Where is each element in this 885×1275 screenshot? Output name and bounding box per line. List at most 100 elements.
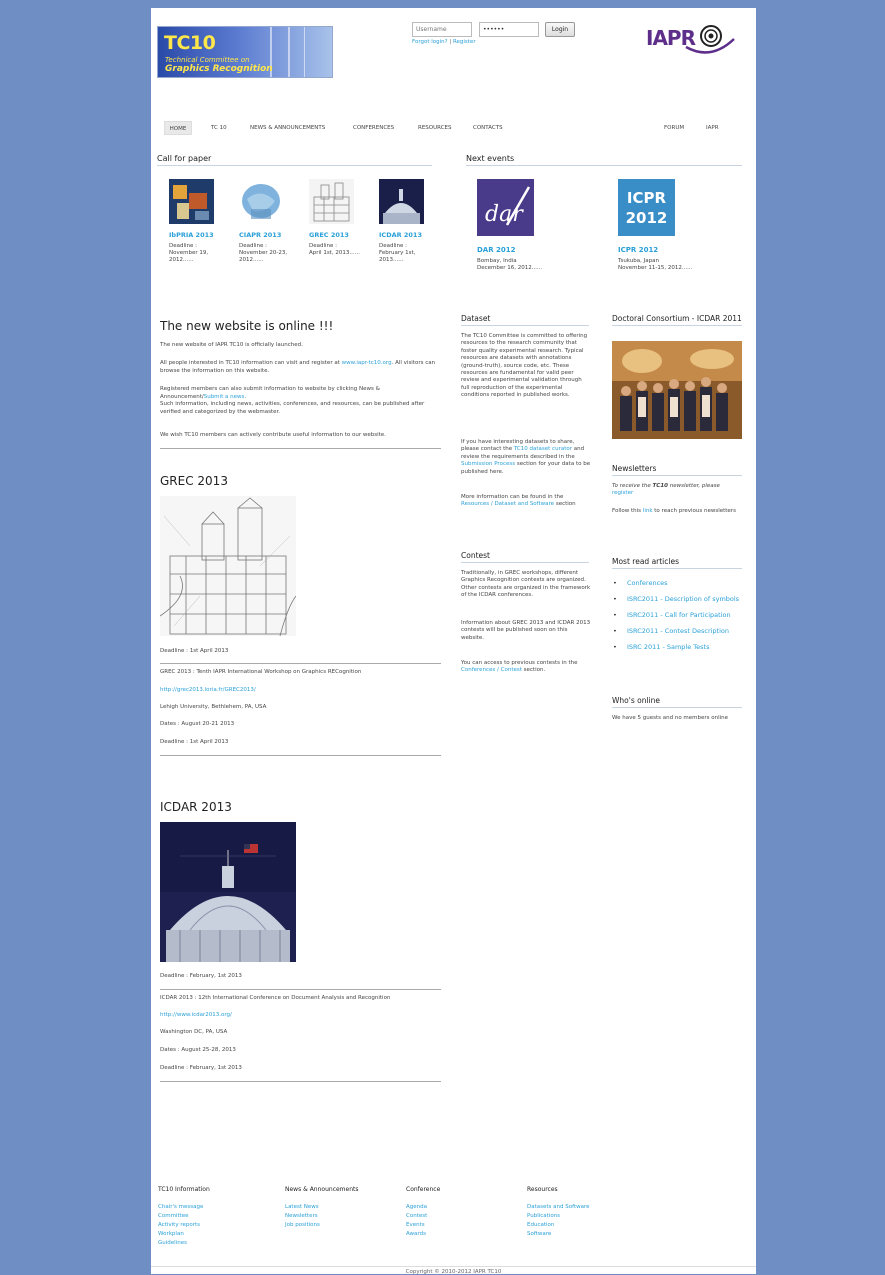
ciapr-thumbnail	[239, 179, 284, 224]
conf-title[interactable]: GREC 2013	[309, 231, 364, 239]
doctoral-consortium-photo[interactable]	[612, 341, 742, 439]
footer-link[interactable]: Activity reports	[158, 1221, 268, 1230]
footer-link[interactable]: Contest	[406, 1212, 516, 1221]
tc10-logo[interactable]: TC10 Technical Committee on Graphics Rec…	[157, 26, 333, 78]
conf-title[interactable]: IbPRIA 2013	[169, 231, 224, 239]
news-title: The new website is online !!!	[160, 319, 334, 333]
most-read-item[interactable]: ISRC 2011 - Sample Tests	[613, 643, 743, 651]
divider	[160, 448, 441, 449]
grec-url-link[interactable]: http://grec2013.loria.fr/GREC2013/	[160, 687, 256, 695]
iapr-emblem-icon	[685, 25, 735, 54]
divider	[160, 1081, 441, 1082]
footer-link[interactable]: Publications	[527, 1212, 637, 1221]
most-read-item[interactable]: ISRC2011 - Contest Description	[613, 627, 743, 635]
conf-card-ibpria[interactable]: IbPRIA 2013 Deadline : November 19, 2012…	[169, 179, 224, 264]
event-card-icpr[interactable]: ICPR 2012 ICPR 2012 Tsukuba, Japan Novem…	[618, 179, 718, 272]
nav-conferences[interactable]: CONFERENCES	[349, 121, 398, 135]
grec-thumbnail	[309, 179, 354, 224]
event-location: Bombay, India December 16, 2012......	[477, 258, 543, 271]
dataset-heading: Dataset	[461, 314, 589, 326]
footer-link[interactable]: Agenda	[406, 1203, 516, 1212]
event-card-dar[interactable]: dar DAR 2012 Bombay, India December 16, …	[477, 179, 577, 272]
conf-title[interactable]: CIAPR 2013	[239, 231, 294, 239]
grec-dates: Dates : August 20-21 2013	[160, 721, 235, 727]
conf-title[interactable]: ICDAR 2013	[379, 231, 434, 239]
nav-tc10[interactable]: TC 10	[207, 121, 231, 135]
footer-link[interactable]: Latest News	[285, 1203, 395, 1212]
newsletters-paragraph-1: To receive the TC10 newsletter, please r…	[612, 483, 720, 497]
footer-link[interactable]: Awards	[406, 1230, 516, 1239]
icdar-deadline-2: Deadline : February, 1st 2013	[160, 1065, 242, 1071]
contest-paragraph-1: Traditionally, in GREC workshops, differ…	[461, 570, 591, 599]
username-input[interactable]	[412, 22, 472, 37]
icpr-logo-thumbnail: ICPR 2012	[618, 179, 675, 236]
login-button[interactable]: Login	[545, 22, 575, 37]
conf-card-icdar[interactable]: ICDAR 2013 Deadline : February 1st, 2013…	[379, 179, 434, 264]
most-read-item[interactable]: Conferences	[613, 579, 743, 587]
doctoral-consortium-heading: Doctoral Consortium - ICDAR 2011	[612, 314, 742, 326]
divider	[160, 663, 441, 664]
register-link[interactable]: Register	[453, 39, 476, 45]
newsletter-register-link[interactable]: register	[612, 490, 633, 496]
previous-newsletters-link[interactable]: link	[643, 508, 653, 514]
nav-home[interactable]: HOME	[164, 121, 192, 135]
conf-deadline: Deadline : April 1st, 2013......	[309, 243, 360, 256]
password-input[interactable]	[479, 22, 539, 37]
most-read-item[interactable]: ISRC2011 - Description of symbols	[613, 595, 743, 603]
footer-link[interactable]: Guidelines	[158, 1239, 268, 1248]
footer-heading: Conference	[406, 1186, 441, 1193]
footer-link[interactable]: Datasets and Software	[527, 1203, 637, 1212]
footer-link[interactable]: Events	[406, 1221, 516, 1230]
news-paragraph-1: The new website of IAPR TC10 is official…	[160, 342, 303, 348]
event-title[interactable]: DAR 2012	[477, 246, 577, 254]
submit-news-link[interactable]: Submit a news	[204, 394, 245, 400]
footer-link[interactable]: Workplan	[158, 1230, 268, 1239]
nav-news-announcements[interactable]: NEWS & ANNOUNCEMENTS	[246, 121, 329, 135]
dataset-paragraph-1: The TC10 Committee is committed to offer…	[461, 333, 588, 399]
grec-description: GREC 2013 : Tenth IAPR International Wor…	[160, 669, 362, 675]
footer-heading: News & Announcements	[285, 1186, 359, 1193]
conf-card-grec[interactable]: GREC 2013 Deadline : April 1st, 2013....…	[309, 179, 364, 257]
event-location: Tsukuba, Japan November 11-15, 2012.....…	[618, 258, 693, 271]
iapr-logo[interactable]: IAPR	[646, 21, 736, 57]
contest-paragraph-2: Information about GREC 2013 and ICDAR 20…	[461, 620, 591, 641]
link-separator: |	[449, 39, 452, 45]
icdar-title: ICDAR 2013	[160, 800, 232, 814]
footer-link[interactable]: Newsletters	[285, 1212, 395, 1221]
forgot-login-link[interactable]: Forgot login?	[412, 39, 448, 45]
grec-title: GREC 2013	[160, 474, 228, 488]
submission-process-link[interactable]: Submission Process	[461, 461, 515, 467]
dataset-curator-link[interactable]: TC10 dataset curator	[514, 446, 572, 452]
conf-card-ciapr[interactable]: CIAPR 2013 Deadline : November 20-23, 20…	[239, 179, 294, 264]
next-events-heading: Next events	[466, 154, 742, 166]
conferences-contest-link[interactable]: Conferences / Contest	[461, 667, 522, 673]
dataset-software-link[interactable]: Resources / Dataset and Software	[461, 501, 554, 507]
icdar-thumbnail	[379, 179, 424, 224]
grec-deadline: Deadline : 1st April 2013	[160, 648, 229, 654]
event-title[interactable]: ICPR 2012	[618, 246, 718, 254]
icdar-description: ICDAR 2013 : 12th International Conferen…	[160, 995, 391, 1001]
nav-iapr[interactable]: IAPR	[702, 121, 723, 135]
icdar-deadline: Deadline : February, 1st 2013	[160, 973, 242, 979]
most-read-item[interactable]: ISRC2011 - Call for Participation	[613, 611, 743, 619]
footer-link[interactable]: Education	[527, 1221, 637, 1230]
conf-deadline: Deadline : February 1st, 2013......	[379, 243, 416, 263]
nav-forum[interactable]: FORUM	[660, 121, 688, 135]
icdar-url-link[interactable]: http://www.icdar2013.org/	[160, 1012, 232, 1020]
icdar-dates: Dates : August 25-28, 2013	[160, 1047, 236, 1053]
newsletters-paragraph-2: Follow this link to reach previous newsl…	[612, 508, 736, 514]
site-link[interactable]: www.iapr-tc10.org	[342, 360, 392, 366]
call-for-paper-heading: Call for paper	[157, 154, 432, 166]
footer-link[interactable]: Committee	[158, 1212, 268, 1221]
most-read-list: Conferences ISRC2011 - Description of sy…	[613, 579, 743, 659]
footer-col-conference: Conference Agenda Contest Events Awards	[406, 1186, 516, 1239]
footer-link[interactable]: Job positions	[285, 1221, 395, 1230]
nav-resources[interactable]: RESOURCES	[414, 121, 456, 135]
news-paragraph-2: All people interested in TC10 informatio…	[160, 360, 436, 374]
footer-link[interactable]: Software	[527, 1230, 637, 1239]
conf-deadline: Deadline : November 20-23, 2012......	[239, 243, 288, 263]
grec-building-image	[160, 496, 296, 636]
footer-link[interactable]: Chair's message	[158, 1203, 268, 1212]
footer-col-tc10-info: TC10 Information Chair's message Committ…	[158, 1186, 268, 1248]
nav-contacts[interactable]: CONTACTS	[469, 121, 507, 135]
